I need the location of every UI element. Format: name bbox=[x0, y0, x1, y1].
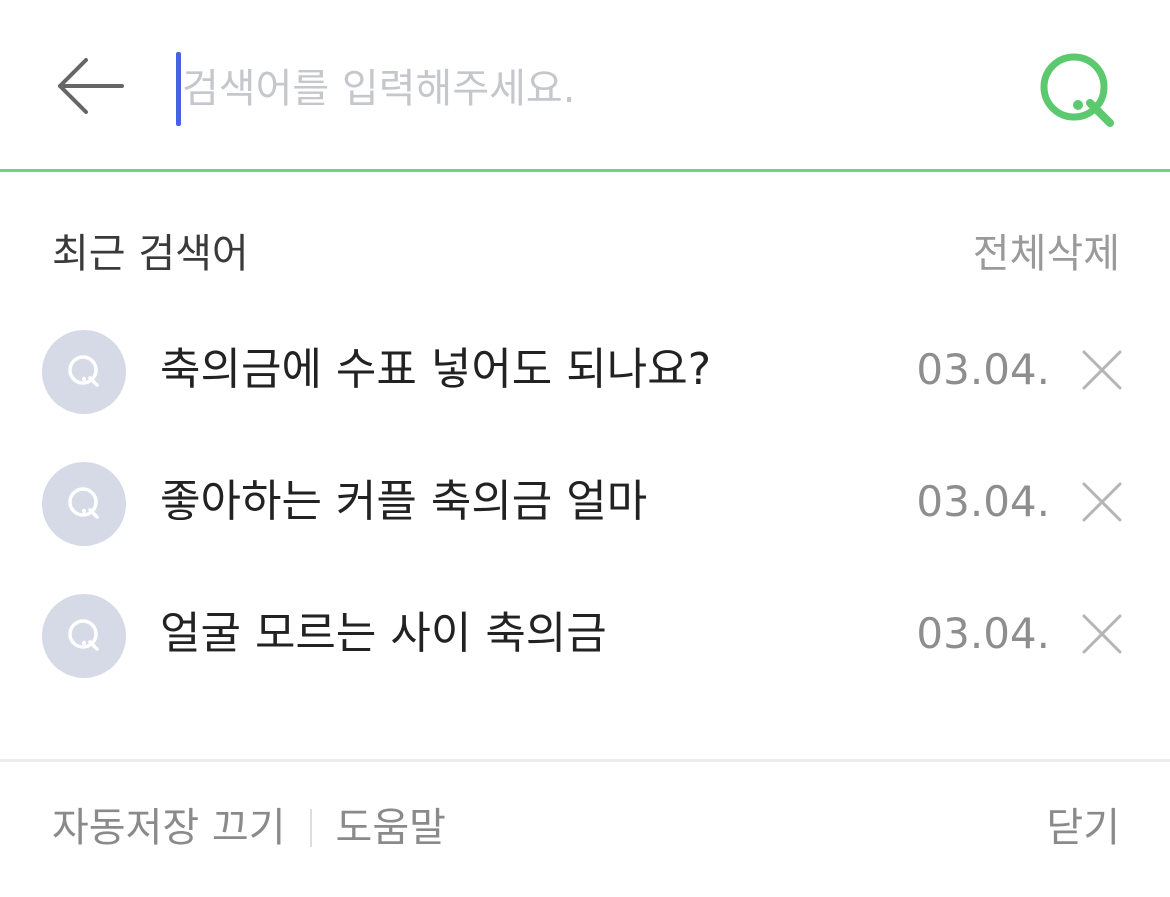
delete-item-button[interactable] bbox=[1080, 612, 1124, 656]
search-date: 03.04. bbox=[916, 609, 1050, 658]
delete-all-button[interactable]: 전체삭제 bbox=[973, 226, 1120, 282]
close-icon bbox=[1082, 350, 1122, 390]
recent-search-item[interactable]: 얼굴 모르는 사이 축의금 03.04. bbox=[0, 582, 1170, 692]
search-history-icon bbox=[42, 330, 126, 414]
recent-searches-title: 최근 검색어 bbox=[52, 231, 249, 277]
search-date: 03.04. bbox=[916, 345, 1050, 394]
footer-links: 자동저장 끄기 도움말 bbox=[52, 800, 446, 856]
search-input[interactable] bbox=[182, 50, 982, 128]
text-caret bbox=[176, 52, 181, 126]
back-button[interactable] bbox=[54, 54, 126, 118]
search-date: 03.04. bbox=[916, 477, 1050, 526]
help-link[interactable]: 도움말 bbox=[336, 805, 446, 851]
arrow-left-icon bbox=[58, 58, 124, 114]
recent-search-item[interactable]: 좋아하는 커플 축의금 얼마 03.04. bbox=[0, 450, 1170, 560]
search-icon bbox=[1040, 53, 1114, 127]
close-icon bbox=[1082, 614, 1122, 654]
close-button[interactable]: 닫기 bbox=[1046, 800, 1120, 856]
recent-search-item[interactable]: 축의금에 수표 넣어도 되나요? 03.04. bbox=[0, 318, 1170, 428]
search-field[interactable] bbox=[176, 50, 996, 128]
search-query: 축의금에 수표 넣어도 되나요? bbox=[160, 344, 712, 395]
search-button[interactable] bbox=[1034, 50, 1120, 130]
search-query: 좋아하는 커플 축의금 얼마 bbox=[160, 476, 648, 527]
search-header bbox=[0, 0, 1170, 172]
search-query: 얼굴 모르는 사이 축의금 bbox=[160, 608, 607, 659]
delete-item-button[interactable] bbox=[1080, 480, 1124, 524]
autosave-off-button[interactable]: 자동저장 끄기 bbox=[52, 805, 286, 851]
search-history-icon bbox=[42, 594, 126, 678]
delete-item-button[interactable] bbox=[1080, 348, 1124, 392]
footer-divider bbox=[0, 759, 1170, 762]
search-history-icon bbox=[42, 462, 126, 546]
footer-separator bbox=[309, 809, 312, 847]
close-icon bbox=[1082, 482, 1122, 522]
